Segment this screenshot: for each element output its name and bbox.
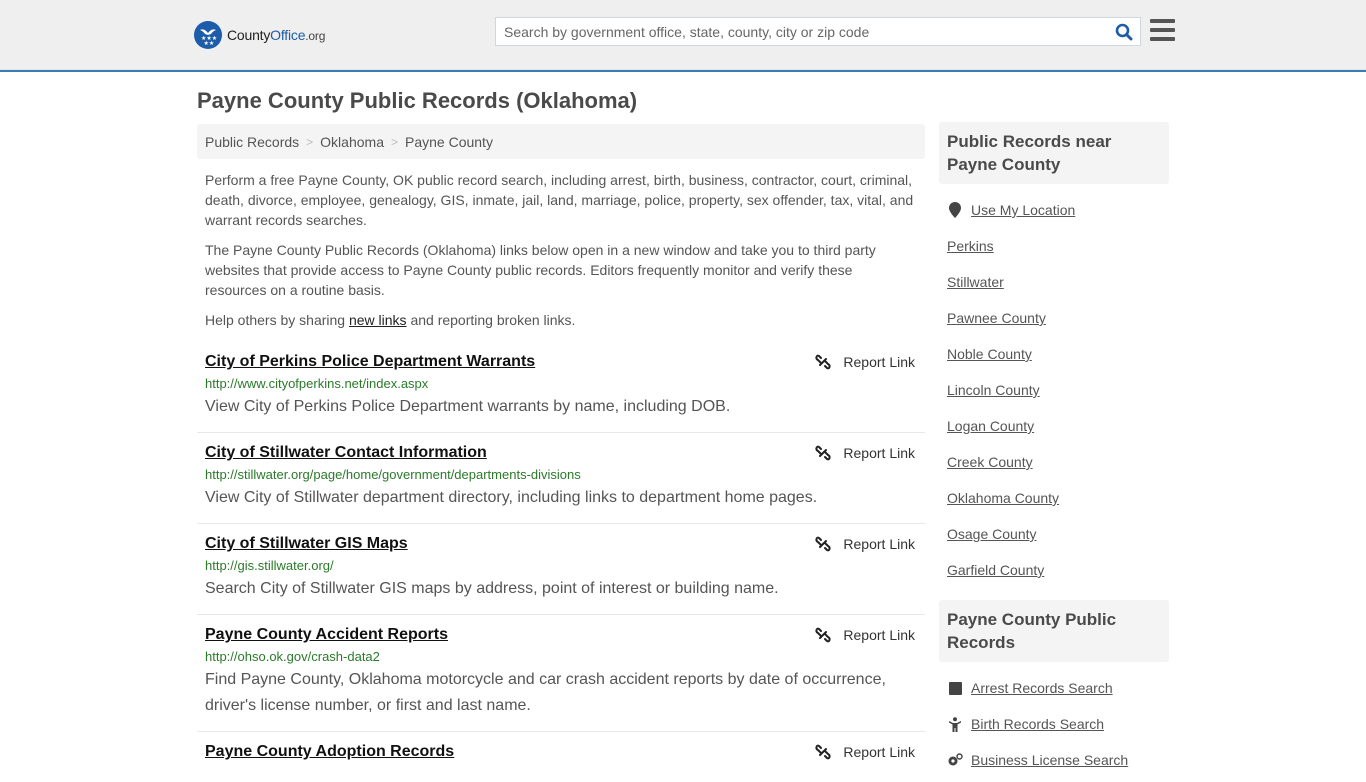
page-title: Payne County Public Records (Oklahoma): [197, 88, 638, 113]
birth-records-link[interactable]: Birth Records Search: [971, 716, 1104, 732]
breadcrumb-public-records[interactable]: Public Records: [205, 134, 299, 150]
intro-paragraph-2: The Payne County Public Records (Oklahom…: [205, 242, 876, 298]
eagle-stars-emblem-icon: ★★★ ★★: [194, 21, 222, 49]
result-url: http://gis.stillwater.org/: [205, 558, 334, 573]
nearby-link-garfield-county[interactable]: Garfield County: [947, 562, 1044, 578]
sidebar: Public Records near Payne County Use My …: [939, 122, 1169, 782]
nearby-item: Creek County: [947, 444, 1161, 480]
business-gears-icon: [947, 753, 963, 767]
nearby-link-logan-county[interactable]: Logan County: [947, 418, 1034, 434]
nearby-link-noble-county[interactable]: Noble County: [947, 346, 1032, 362]
nearby-item: Noble County: [947, 336, 1161, 372]
nearby-link-pawnee-county[interactable]: Pawnee County: [947, 310, 1046, 326]
svg-text:★★: ★★: [204, 40, 215, 46]
result-description: Find Payne County, Oklahoma motorcycle a…: [205, 671, 886, 714]
new-links-link[interactable]: new links: [349, 312, 407, 328]
nearby-link-perkins[interactable]: Perkins: [947, 238, 994, 254]
search-input[interactable]: [496, 18, 1108, 45]
site-logo[interactable]: ★★★ ★★ CountyOffice.org: [194, 20, 325, 50]
result-item: Payne County Accident Reports http://ohs…: [197, 615, 925, 732]
nearby-item: Garfield County: [947, 552, 1161, 588]
result-description: View City of Perkins Police Department w…: [205, 398, 731, 415]
nearby-item: Oklahoma County: [947, 480, 1161, 516]
result-title-link[interactable]: City of Stillwater GIS Maps: [205, 534, 408, 554]
search-button[interactable]: [1108, 18, 1140, 45]
nearby-link-creek-county[interactable]: Creek County: [947, 454, 1033, 470]
county-record-item: Birth Records Search: [947, 706, 1161, 742]
nearby-item: Lincoln County: [947, 372, 1161, 408]
nearby-item: Osage County: [947, 516, 1161, 552]
result-item: City of Stillwater GIS Maps http://gis.s…: [197, 524, 925, 615]
nearby-link-stillwater[interactable]: Stillwater: [947, 274, 1004, 290]
nearby-item: Pawnee County: [947, 300, 1161, 336]
report-link-button[interactable]: Report Link: [815, 744, 915, 760]
logo-text: CountyOffice.org: [227, 27, 326, 43]
nearby-heading: Public Records near Payne County: [939, 122, 1169, 184]
breadcrumb: Public Records > Oklahoma > Payne County: [197, 124, 925, 159]
breadcrumb-separator: >: [306, 134, 314, 149]
nearby-link-lincoln-county[interactable]: Lincoln County: [947, 382, 1040, 398]
arrest-records-link[interactable]: Arrest Records Search: [971, 680, 1113, 696]
nearby-link-osage-county[interactable]: Osage County: [947, 526, 1037, 542]
map-marker-icon: [947, 202, 963, 218]
nearby-link-oklahoma-county[interactable]: Oklahoma County: [947, 490, 1059, 506]
result-description: Search City of Stillwater GIS maps by ad…: [205, 580, 779, 597]
broken-link-icon: [815, 445, 831, 461]
intro-text: Perform a free Payne County, OK public r…: [197, 170, 925, 330]
report-link-button[interactable]: Report Link: [815, 627, 915, 643]
result-title-link[interactable]: City of Perkins Police Department Warran…: [205, 352, 535, 372]
broken-link-icon: [815, 536, 831, 552]
search-icon: [1115, 23, 1133, 40]
header-accent-bar: [0, 70, 1366, 72]
nearby-item: Perkins: [947, 228, 1161, 264]
result-url: http://www.cityofperkins.net/index.aspx: [205, 376, 429, 391]
square-icon: [947, 681, 963, 695]
county-records-heading: Payne County Public Records: [939, 600, 1169, 662]
result-title-link[interactable]: Payne County Adoption Records: [205, 742, 454, 762]
site-header: ★★★ ★★ CountyOffice.org: [0, 0, 1366, 70]
child-icon: [947, 716, 963, 732]
county-record-item: Arrest Records Search: [947, 670, 1161, 706]
nearby-list: Use My Location Perkins Stillwater Pawne…: [939, 184, 1169, 592]
result-url: http://stillwater.org/page/home/governme…: [205, 467, 581, 482]
broken-link-icon: [815, 627, 831, 643]
result-item: City of Stillwater Contact Information h…: [197, 433, 925, 524]
report-link-button[interactable]: Report Link: [815, 354, 915, 370]
result-url: http://ohso.ok.gov/crash-data2: [205, 649, 380, 664]
broken-link-icon: [815, 744, 831, 760]
intro-paragraph-3: Help others by sharing new links and rep…: [205, 312, 576, 328]
use-my-location-item: Use My Location: [947, 192, 1161, 228]
breadcrumb-payne-county[interactable]: Payne County: [405, 134, 493, 150]
county-record-item: Business License Search: [947, 742, 1161, 778]
broken-link-icon: [815, 354, 831, 370]
report-link-button[interactable]: Report Link: [815, 445, 915, 461]
results-list: City of Perkins Police Department Warran…: [197, 342, 925, 774]
breadcrumb-oklahoma[interactable]: Oklahoma: [320, 134, 384, 150]
search-box: [495, 17, 1141, 46]
result-title-link[interactable]: Payne County Accident Reports: [205, 625, 448, 645]
result-item: City of Perkins Police Department Warran…: [197, 342, 925, 433]
nearby-item: Logan County: [947, 408, 1161, 444]
use-my-location-link[interactable]: Use My Location: [971, 202, 1075, 218]
main-content: Public Records > Oklahoma > Payne County…: [197, 124, 925, 774]
result-title-link[interactable]: City of Stillwater Contact Information: [205, 443, 487, 463]
county-records-list: Arrest Records Search Birth Records Sear…: [939, 662, 1169, 782]
hamburger-menu-icon[interactable]: [1150, 19, 1175, 43]
nearby-item: Stillwater: [947, 264, 1161, 300]
report-link-button[interactable]: Report Link: [815, 536, 915, 552]
result-description: View City of Stillwater department direc…: [205, 489, 818, 506]
breadcrumb-separator: >: [390, 134, 398, 149]
intro-paragraph-1: Perform a free Payne County, OK public r…: [205, 172, 914, 228]
business-license-link[interactable]: Business License Search: [971, 752, 1128, 768]
